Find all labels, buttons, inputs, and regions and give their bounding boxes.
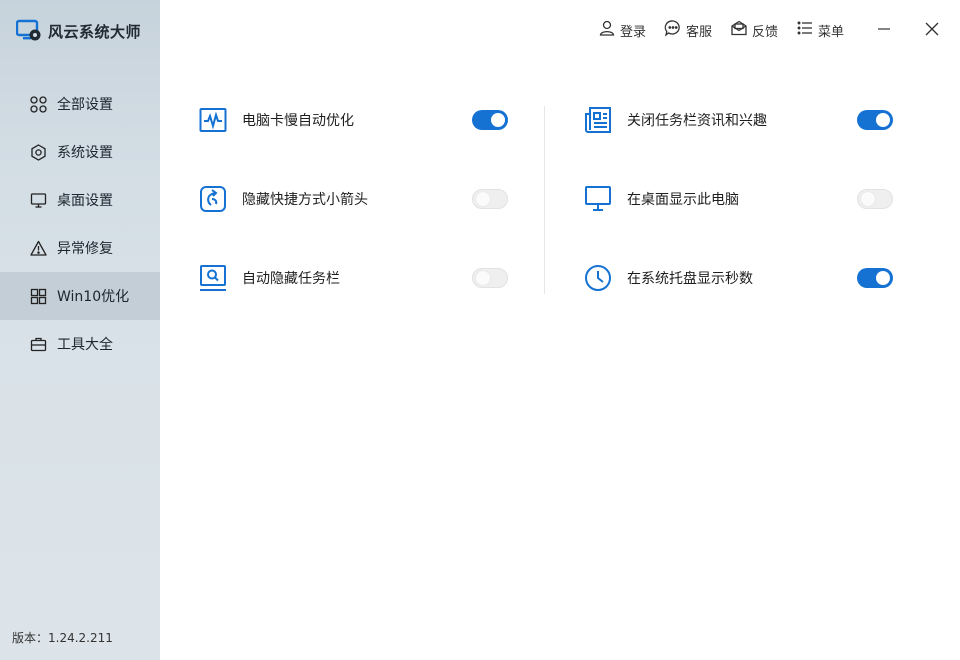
performance-monitor-icon: [198, 105, 228, 135]
grid-icon: [29, 95, 47, 113]
toggle-knob: [476, 192, 490, 206]
sidebar-item-label: 全部设置: [57, 97, 113, 113]
option-label: 在系统托盘显示秒数: [627, 271, 753, 287]
sidebar-item-label: 工具大全: [57, 337, 113, 353]
option-auto-optimize: 电脑卡慢自动优化: [198, 104, 508, 136]
taskbar-search-icon: [198, 263, 228, 293]
toggle-auto-hide-taskbar[interactable]: [472, 268, 508, 288]
option-label: 关闭任务栏资讯和兴趣: [627, 113, 767, 129]
option-hide-shortcut-arrow: 隐藏快捷方式小箭头: [198, 183, 508, 215]
option-label: 在桌面显示此电脑: [627, 192, 739, 208]
app-brand: 风云系统大师: [15, 18, 142, 44]
options-panel: 电脑卡慢自动优化 隐藏快捷方式小箭头 自动隐藏任务栏 关闭任务栏资讯和兴趣 在桌…: [160, 0, 960, 660]
shortcut-arrow-icon: [198, 184, 228, 214]
column-divider: [544, 106, 545, 294]
toggle-close-news-interests[interactable]: [857, 110, 893, 130]
toggle-show-this-pc[interactable]: [857, 189, 893, 209]
sidebar-item-toolbox[interactable]: 工具大全: [0, 320, 160, 368]
sidebar-item-win10-optimize[interactable]: Win10优化: [0, 272, 160, 320]
warning-icon: [29, 239, 47, 257]
option-close-news-interests: 关闭任务栏资讯和兴趣: [583, 104, 893, 136]
toolbox-icon: [29, 335, 47, 353]
option-auto-hide-taskbar: 自动隐藏任务栏: [198, 262, 508, 294]
settings-icon: [29, 143, 47, 161]
toggle-knob: [861, 192, 875, 206]
option-label: 电脑卡慢自动优化: [242, 113, 354, 129]
toggle-tray-seconds[interactable]: [857, 268, 893, 288]
option-tray-seconds: 在系统托盘显示秒数: [583, 262, 893, 294]
toggle-knob: [876, 113, 890, 127]
sidebar-item-label: 桌面设置: [57, 193, 113, 209]
sidebar-item-all-settings[interactable]: 全部设置: [0, 80, 160, 128]
sidebar-item-desktop-settings[interactable]: 桌面设置: [0, 176, 160, 224]
sidebar-item-label: Win10优化: [57, 289, 130, 305]
toggle-hide-shortcut-arrow[interactable]: [472, 189, 508, 209]
version-number: 1.24.2.211: [48, 631, 113, 645]
toggle-auto-optimize[interactable]: [472, 110, 508, 130]
sidebar-item-label: 系统设置: [57, 145, 113, 161]
monitor-icon: [29, 191, 47, 209]
option-show-this-pc: 在桌面显示此电脑: [583, 183, 893, 215]
sidebar-nav: 全部设置 系统设置 桌面设置 异常修复 Win10优化 工具大全: [0, 80, 160, 368]
option-label: 自动隐藏任务栏: [242, 271, 340, 287]
option-label: 隐藏快捷方式小箭头: [242, 192, 368, 208]
sidebar-item-repair[interactable]: 异常修复: [0, 224, 160, 272]
desktop-pc-icon: [583, 184, 613, 214]
app-title: 风云系统大师: [48, 22, 142, 41]
version-label: 版本：: [12, 631, 49, 645]
windows-icon: [29, 287, 47, 305]
version-text: 版本：1.24.2.211: [12, 629, 113, 646]
news-icon: [583, 105, 613, 135]
toggle-knob: [491, 113, 505, 127]
toggle-knob: [876, 271, 890, 285]
sidebar-item-label: 异常修复: [57, 241, 113, 257]
clock-icon: [583, 263, 613, 293]
app-logo-icon: [15, 19, 42, 43]
sidebar: 风云系统大师 全部设置 系统设置 桌面设置 异常修复 Win10优化 工具大全 …: [0, 0, 160, 660]
sidebar-item-system-settings[interactable]: 系统设置: [0, 128, 160, 176]
toggle-knob: [476, 271, 490, 285]
